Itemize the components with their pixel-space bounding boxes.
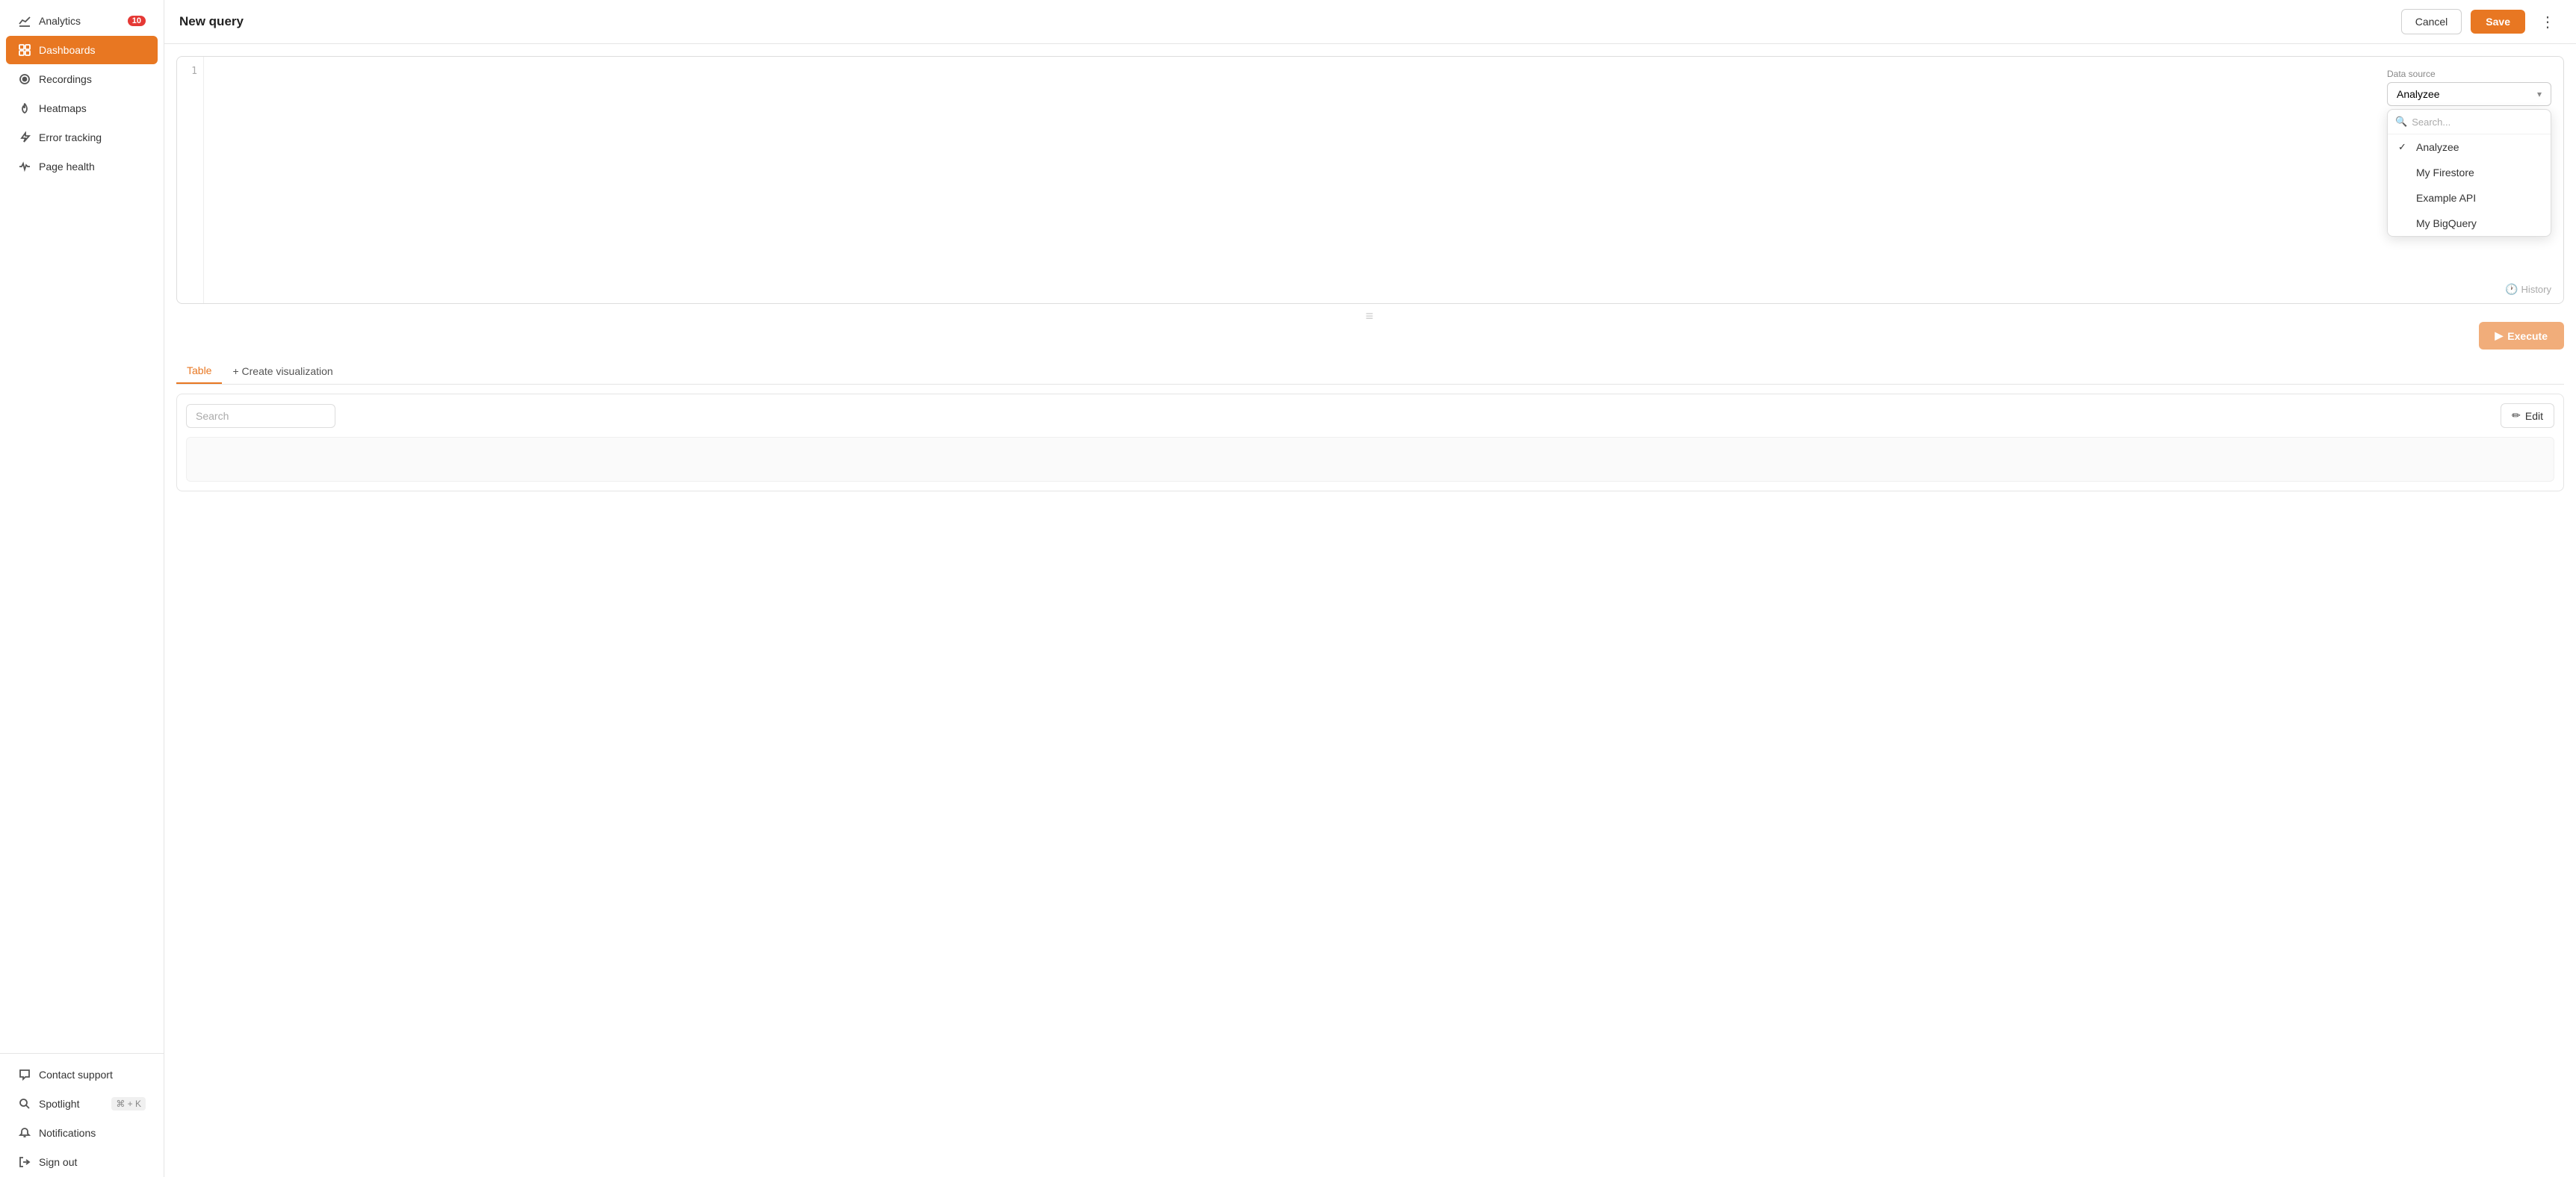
datasource-panel: Data source Analyzee ▾ 🔍 ✓ Analyzee bbox=[2387, 69, 2551, 106]
flame-icon bbox=[18, 102, 31, 115]
content-area: 1 Data source Analyzee ▾ 🔍 ✓ bbox=[164, 44, 2576, 1177]
execute-wrap: ▶ Execute bbox=[176, 322, 2564, 350]
edit-label: Edit bbox=[2525, 410, 2543, 422]
more-icon: ⋮ bbox=[2540, 14, 2555, 31]
datasource-option-label: Analyzee bbox=[2416, 141, 2459, 153]
main-content: New query Cancel Save ⋮ 1 Data source An… bbox=[164, 0, 2576, 1177]
execute-label: Execute bbox=[2507, 330, 2548, 342]
datasource-dropdown: 🔍 ✓ Analyzee My Firestore Example API bbox=[2387, 109, 2551, 237]
query-editor-inner: 1 bbox=[177, 57, 2563, 303]
check-icon: ✓ bbox=[2398, 141, 2410, 153]
datasource-option-analyzee[interactable]: ✓ Analyzee bbox=[2388, 134, 2551, 160]
cancel-button[interactable]: Cancel bbox=[2401, 9, 2462, 34]
sidebar: Analytics 10 Dashboards bbox=[0, 0, 164, 1177]
sidebar-item-page-health[interactable]: Page health bbox=[6, 152, 158, 181]
results-tabs: Table + Create visualization bbox=[176, 358, 2564, 385]
sidebar-item-analytics[interactable]: Analytics 10 bbox=[6, 7, 158, 35]
sidebar-item-contact-support[interactable]: Contact support bbox=[6, 1060, 158, 1089]
datasource-option-example-api[interactable]: Example API bbox=[2388, 185, 2551, 211]
pulse-icon bbox=[18, 160, 31, 173]
sidebar-item-dashboards[interactable]: Dashboards bbox=[6, 36, 158, 64]
tab-table-label: Table bbox=[187, 364, 211, 376]
sidebar-label-analytics: Analytics bbox=[39, 15, 81, 27]
line-numbers: 1 bbox=[177, 57, 204, 303]
lightning-icon bbox=[18, 131, 31, 144]
more-options-button[interactable]: ⋮ bbox=[2534, 10, 2561, 34]
analytics-badge: 10 bbox=[128, 16, 146, 26]
sidebar-item-error-tracking[interactable]: Error tracking bbox=[6, 123, 158, 152]
sidebar-item-recordings[interactable]: Recordings bbox=[6, 65, 158, 93]
history-icon: 🕐 bbox=[2505, 283, 2518, 296]
sidebar-bottom: Contact support Spotlight ⌘ + K Notifica… bbox=[0, 1053, 164, 1177]
history-link[interactable]: 🕐 History bbox=[2505, 283, 2551, 296]
sidebar-item-sign-out[interactable]: Sign out bbox=[6, 1148, 158, 1176]
results-search-input[interactable] bbox=[186, 404, 335, 428]
datasource-option-label: My Firestore bbox=[2416, 167, 2474, 178]
line-number-1: 1 bbox=[183, 66, 197, 77]
tab-table[interactable]: Table bbox=[176, 358, 222, 384]
datasource-option-firestore[interactable]: My Firestore bbox=[2388, 160, 2551, 185]
resize-dots: ≡ bbox=[1366, 308, 1375, 324]
spotlight-shortcut: ⌘ + K bbox=[111, 1097, 146, 1111]
results-panel: ✏ Edit bbox=[176, 394, 2564, 491]
save-button[interactable]: Save bbox=[2471, 10, 2525, 34]
signout-icon bbox=[18, 1155, 31, 1169]
sidebar-label-error-tracking: Error tracking bbox=[39, 131, 102, 143]
results-body bbox=[186, 437, 2554, 482]
sidebar-label-dashboards: Dashboards bbox=[39, 44, 96, 56]
tab-add-label: + Create visualization bbox=[232, 365, 332, 377]
sidebar-item-spotlight[interactable]: Spotlight ⌘ + K bbox=[6, 1090, 158, 1118]
execute-button[interactable]: ▶ Execute bbox=[2479, 322, 2564, 350]
history-label: History bbox=[2521, 284, 2551, 295]
sidebar-item-heatmaps[interactable]: Heatmaps bbox=[6, 94, 158, 122]
datasource-label: Data source bbox=[2387, 69, 2551, 79]
circle-icon bbox=[18, 72, 31, 86]
query-editor-wrap: 1 Data source Analyzee ▾ 🔍 ✓ bbox=[176, 56, 2564, 304]
grid-icon bbox=[18, 43, 31, 57]
execute-play-icon: ▶ bbox=[2495, 329, 2504, 342]
datasource-option-bigquery[interactable]: My BigQuery bbox=[2388, 211, 2551, 236]
chart-icon bbox=[18, 14, 31, 28]
datasource-option-label: My BigQuery bbox=[2416, 217, 2477, 229]
sidebar-label-page-health: Page health bbox=[39, 161, 95, 173]
sidebar-top: Analytics 10 Dashboards bbox=[0, 0, 164, 1053]
resize-handle[interactable]: ≡ bbox=[176, 313, 2564, 319]
tab-create-visualization[interactable]: + Create visualization bbox=[222, 359, 343, 383]
results-toolbar: ✏ Edit bbox=[186, 403, 2554, 428]
datasource-option-label: Example API bbox=[2416, 192, 2476, 204]
sidebar-label-spotlight: Spotlight bbox=[39, 1098, 79, 1110]
query-editor-textarea[interactable] bbox=[204, 57, 2563, 303]
sidebar-item-notifications[interactable]: Notifications bbox=[6, 1119, 158, 1147]
dropdown-search-icon: 🔍 bbox=[2395, 116, 2407, 128]
page-title: New query bbox=[179, 14, 2392, 29]
datasource-search: 🔍 bbox=[2388, 110, 2551, 134]
sidebar-label-sign-out: Sign out bbox=[39, 1156, 77, 1168]
edit-icon: ✏ bbox=[2512, 409, 2521, 422]
chat-icon bbox=[18, 1068, 31, 1081]
datasource-selected-value: Analyzee bbox=[2397, 88, 2440, 100]
sidebar-label-contact-support: Contact support bbox=[39, 1069, 113, 1081]
sidebar-label-recordings: Recordings bbox=[39, 73, 92, 85]
search-icon bbox=[18, 1097, 31, 1111]
datasource-search-input[interactable] bbox=[2412, 117, 2543, 128]
page-header: New query Cancel Save ⋮ bbox=[164, 0, 2576, 44]
edit-button[interactable]: ✏ Edit bbox=[2501, 403, 2554, 428]
bell-icon bbox=[18, 1126, 31, 1140]
sidebar-label-notifications: Notifications bbox=[39, 1127, 96, 1139]
sidebar-label-heatmaps: Heatmaps bbox=[39, 102, 87, 114]
chevron-down-icon: ▾ bbox=[2537, 89, 2542, 99]
datasource-select-button[interactable]: Analyzee ▾ bbox=[2387, 82, 2551, 106]
